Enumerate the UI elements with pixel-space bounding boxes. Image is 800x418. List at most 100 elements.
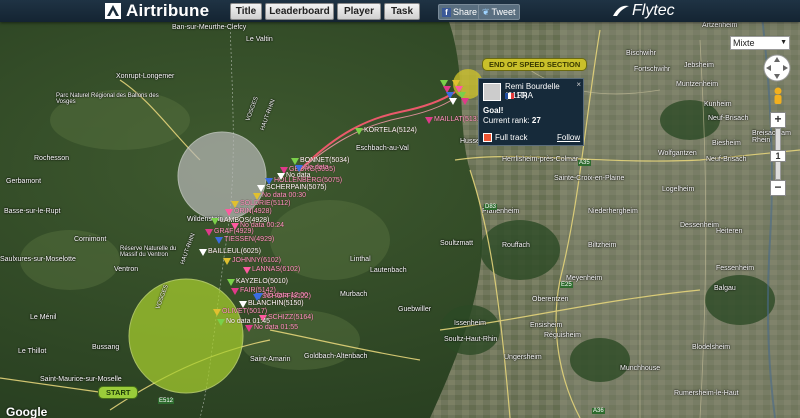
pilot-marker-icon[interactable] xyxy=(257,185,265,192)
tweet-button[interactable]: ❦ Tweet xyxy=(478,4,520,20)
pilot-marker-icon[interactable] xyxy=(215,237,223,244)
map-zoom-controls: + 1 − xyxy=(762,52,792,202)
map-background xyxy=(0,0,800,418)
road-label: E25 xyxy=(560,282,573,288)
town-label: Rumersheim-le-Haut xyxy=(674,390,739,397)
town-label: Ventron xyxy=(114,266,139,273)
follow-link[interactable]: Follow xyxy=(557,133,580,142)
town-label: Jebsheim xyxy=(684,62,714,69)
pilot-marker-icon[interactable] xyxy=(211,218,219,225)
pilot-marker-icon[interactable] xyxy=(231,201,239,208)
checkbox-icon[interactable] xyxy=(483,133,492,142)
rank-value: 27 xyxy=(531,116,541,125)
pilot-label: JOHNNY(6102) xyxy=(232,257,282,264)
airtribune-logo[interactable]: Airtribune xyxy=(104,1,209,21)
close-icon[interactable]: × xyxy=(576,80,581,89)
town-label: Saulxures-sur-Moselotte xyxy=(0,256,76,263)
pilot-marker-icon[interactable] xyxy=(461,98,469,105)
town-label: Linthal xyxy=(350,256,371,263)
pilot-marker-icon[interactable] xyxy=(223,258,231,265)
pilot-marker-icon[interactable] xyxy=(213,309,221,316)
street-view-pegman-icon[interactable] xyxy=(768,86,788,106)
pilot-marker-icon[interactable] xyxy=(277,173,285,180)
pilot-country: FRA xyxy=(505,91,533,100)
pilot-marker-icon[interactable] xyxy=(231,288,239,295)
pilot-label: ORIN(4928) xyxy=(234,208,272,215)
nav-task-button[interactable]: Task xyxy=(384,3,420,20)
nav-player-button[interactable]: Player xyxy=(337,3,381,20)
pilot-marker-icon[interactable] xyxy=(243,267,251,274)
town-label: Fortschwihr xyxy=(634,66,671,73)
pilot-marker-icon[interactable] xyxy=(205,229,213,236)
pilot-label: KORTELA(5124) xyxy=(364,127,417,134)
pilot-avatar xyxy=(483,83,501,101)
full-track-label: Full track xyxy=(495,133,528,142)
share-button[interactable]: f Share xyxy=(438,4,482,20)
town-label: Rouffach xyxy=(502,242,530,249)
start-label: START xyxy=(98,386,139,399)
town-label: Guebwiller xyxy=(398,306,432,313)
town-label: Neuf-Brisach xyxy=(708,115,749,122)
pilot-marker-icon[interactable] xyxy=(227,279,235,286)
road-label: A36 xyxy=(592,408,605,414)
pilot-marker-icon[interactable] xyxy=(449,98,457,105)
town-label: Réguisheim xyxy=(544,332,581,339)
pilot-info-popup: Remi Bourdelle (6110) FRA Goal! Current … xyxy=(478,78,584,146)
flytec-text: Flytec xyxy=(632,2,675,19)
full-track-toggle[interactable]: Full track xyxy=(483,133,527,142)
nav-leaderboard-button[interactable]: Leaderboard xyxy=(265,3,334,20)
twitter-bird-icon: ❦ xyxy=(482,7,490,17)
map-canvas[interactable]: Ban-sur-Meurthe-Clefcy Le Valtin Xonrupt… xyxy=(0,0,800,418)
pilot-marker-icon[interactable] xyxy=(253,193,261,200)
pilot-marker-icon[interactable] xyxy=(355,128,363,135)
town-label: Dessenheim xyxy=(680,222,719,229)
town-label: Wolfgantzen xyxy=(658,150,697,157)
zoom-level-handle[interactable]: 1 xyxy=(770,150,786,162)
town-label: Soultz-Haut-Rhin xyxy=(444,336,498,343)
pilot-label: MAILLAT(5131) xyxy=(434,116,483,123)
town-label: Artzenheim xyxy=(702,22,738,29)
pilot-marker-icon[interactable] xyxy=(225,209,233,216)
pilot-marker-icon[interactable] xyxy=(217,319,225,326)
pilot-marker-icon[interactable] xyxy=(199,249,207,256)
pilot-label: SCHIZZ(5164) xyxy=(268,314,314,321)
road-label: E512 xyxy=(158,398,175,404)
facebook-icon: f xyxy=(442,7,451,17)
nav-title-button[interactable]: Title xyxy=(230,3,262,20)
pilot-country-code: FRA xyxy=(517,91,533,100)
town-label: Biesheim xyxy=(712,140,741,147)
chevron-down-icon: ▼ xyxy=(780,39,787,46)
pilot-label: No data xyxy=(304,164,329,171)
road-label: A35 xyxy=(578,160,591,166)
pilot-marker-icon[interactable] xyxy=(239,301,247,308)
pilot-marker-icon[interactable] xyxy=(291,158,299,165)
town-label: Issenheim xyxy=(454,320,486,327)
end-of-speed-section-label: END OF SPEED SECTION xyxy=(482,58,588,71)
town-label: Soultzmatt xyxy=(440,240,474,247)
zoom-out-button[interactable]: − xyxy=(770,180,786,196)
town-label: Niederhergheim xyxy=(588,208,638,215)
town-label: Gerbamont xyxy=(6,178,42,185)
map-type-select[interactable]: Mixte ▼ xyxy=(730,36,790,50)
town-label: Biltzheim xyxy=(588,242,617,249)
town-label: Cornimont xyxy=(74,236,107,243)
town-label: Ungersheim xyxy=(504,354,542,361)
pilot-marker-icon[interactable] xyxy=(255,293,263,300)
pilot-marker-icon[interactable] xyxy=(425,117,433,124)
pilot-label: SCHERPAIN(5075) xyxy=(266,184,327,191)
town-label: Balgau xyxy=(714,285,736,292)
town-label: Parc Naturel Régional des Ballons des Vo… xyxy=(56,93,159,105)
town-label: Basse-sur-le-Rupt xyxy=(4,208,61,215)
town-label: Saint-Maurice-sur-Moselle xyxy=(40,376,122,383)
pilot-marker-icon[interactable] xyxy=(231,223,239,230)
town-label: Neuf-Brisach xyxy=(706,156,747,163)
pilot-label: No data 00:24 xyxy=(240,222,284,229)
zoom-in-button[interactable]: + xyxy=(770,112,786,128)
town-label: Eschbach-au-Val xyxy=(356,145,409,152)
pilot-label: No data 01:55 xyxy=(254,324,298,331)
town-label: Munchhouse xyxy=(620,365,661,372)
pilot-label: No data 00:30 xyxy=(262,192,306,199)
pilot-marker-icon[interactable] xyxy=(295,165,303,172)
pilot-marker-icon[interactable] xyxy=(245,325,253,332)
town-label: Lautenbach xyxy=(370,267,407,274)
